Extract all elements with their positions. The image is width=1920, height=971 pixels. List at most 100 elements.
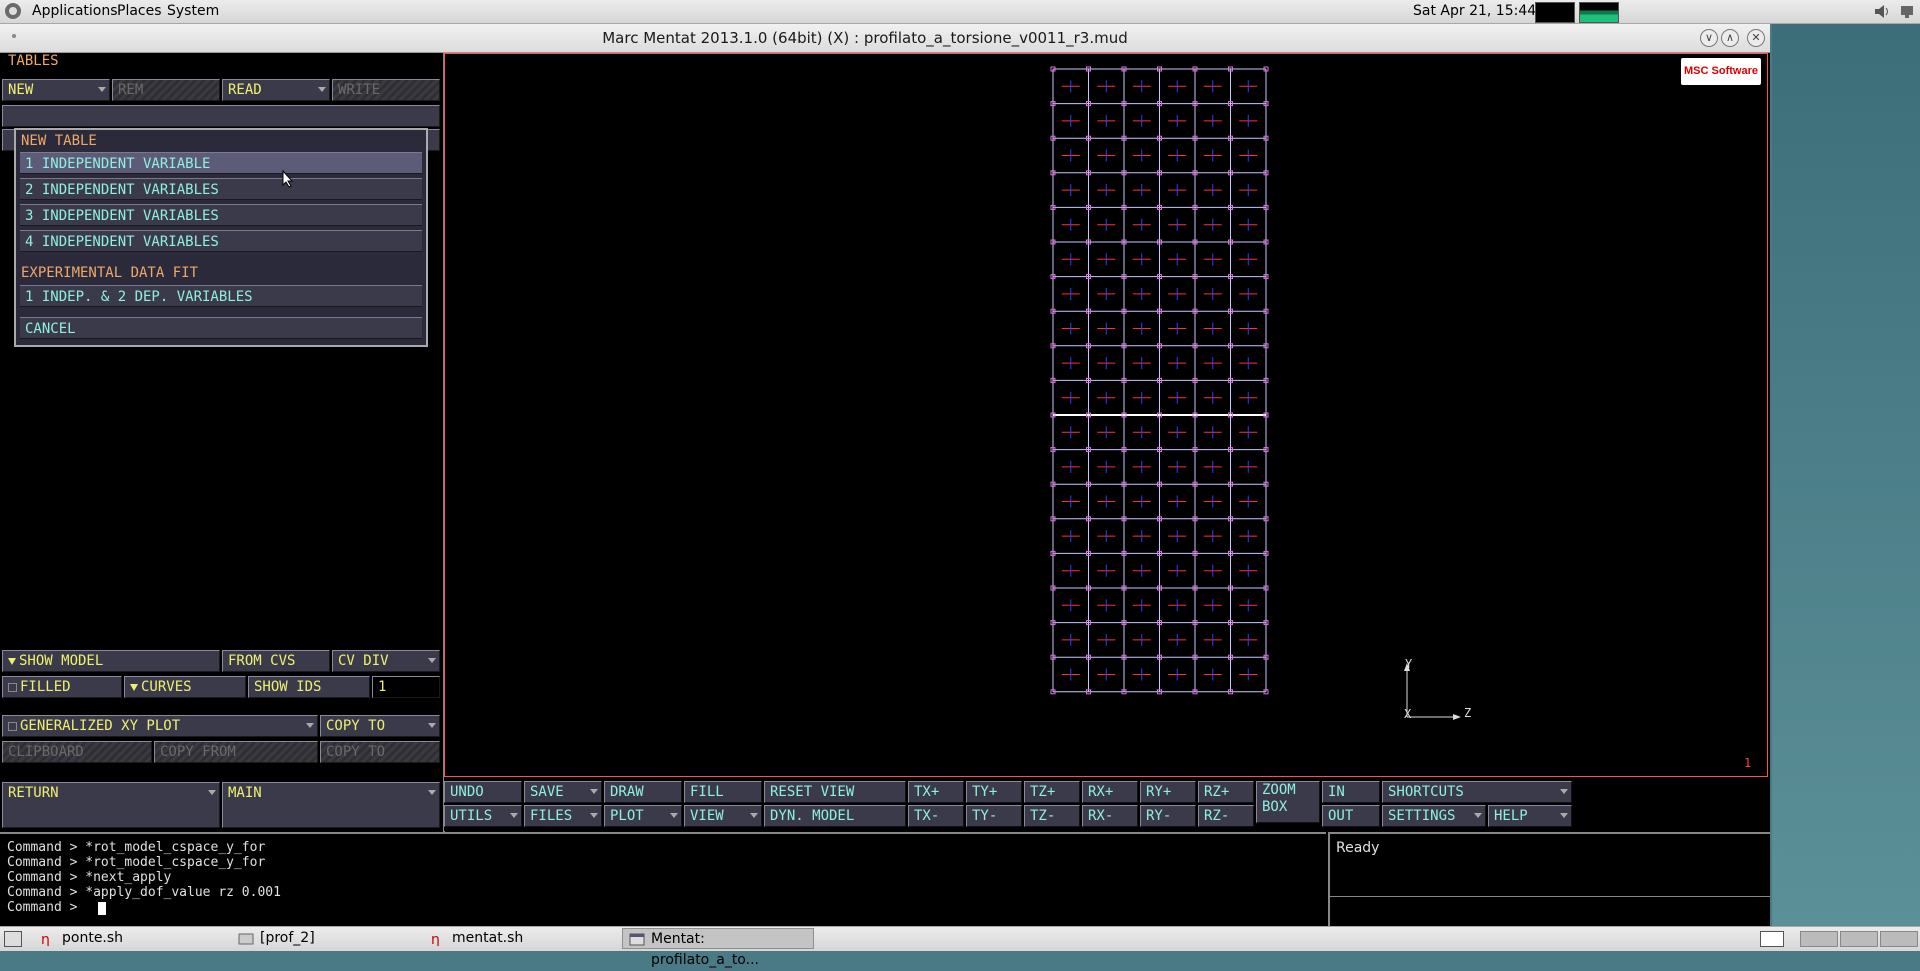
toolbar-ryplus-button[interactable]: RY+: [1140, 781, 1196, 803]
toolbar-fill-button[interactable]: FILL: [684, 781, 762, 803]
new-button[interactable]: NEW: [2, 79, 110, 101]
show-desktop-icon[interactable]: [4, 931, 22, 947]
popup-item-3-indep[interactable]: 3 INDEPENDENT VARIABLES: [20, 204, 422, 226]
generalized-xy-plot-button[interactable]: GENERALIZED XY PLOT: [2, 715, 318, 737]
toolbar-ty-button[interactable]: TY-: [966, 805, 1022, 827]
maximize-button[interactable]: ∧: [1721, 29, 1739, 47]
show-model-button[interactable]: SHOW MODEL: [2, 650, 220, 672]
workspace-4[interactable]: [1880, 931, 1918, 947]
toolbar-plot-button[interactable]: PLOT: [604, 805, 682, 827]
volume-icon[interactable]: [1873, 3, 1891, 20]
taskbar-item-mentat-sh[interactable]: η mentat.sh: [424, 928, 620, 949]
memory-monitor-applet: [1579, 2, 1619, 23]
read-button[interactable]: READ: [222, 79, 330, 101]
popup-cancel[interactable]: CANCEL: [20, 317, 422, 339]
main-label: MAIN: [228, 785, 262, 801]
mesh-model: [1050, 66, 1269, 695]
network-icon[interactable]: [1898, 3, 1916, 20]
toolbar-rzplus-button[interactable]: RZ+: [1198, 781, 1254, 803]
popup-item-4-indep[interactable]: 4 INDEPENDENT VARIABLES: [20, 230, 422, 252]
menu-places[interactable]: Places: [117, 3, 162, 19]
window-title: Marc Mentat 2013.1.0 (64bit) (X) : profi…: [602, 29, 1128, 47]
mesh-grid: [1050, 66, 1269, 695]
toolbar-tzplus-button[interactable]: TZ+: [1024, 781, 1080, 803]
workspace-1[interactable]: [1760, 931, 1784, 947]
taskbar-label: ponte.sh: [62, 930, 124, 946]
checkbox-icon: [8, 682, 17, 692]
toolbar-tz-button[interactable]: TZ-: [1024, 805, 1080, 827]
view-toolbar: UNDO SAVE DRAW FILL RESET VIEW TX+ TY+ TZ+ RX+ RY…: [444, 777, 1770, 831]
desktop-background: [1772, 24, 1920, 926]
write-button-label: WRITE: [338, 82, 381, 98]
minimize-button[interactable]: ∨: [1700, 29, 1718, 47]
toolbar-out-button[interactable]: OUT: [1322, 805, 1380, 827]
rem-button: REM: [112, 79, 220, 101]
copy-to-label: COPY TO: [326, 718, 386, 734]
window-titlebar[interactable]: Marc Mentat 2013.1.0 (64bit) (X) : profi…: [0, 24, 1770, 53]
close-button[interactable]: ✕: [1747, 29, 1765, 47]
command-line: Command > *rot_model_cspace_y_for: [7, 840, 266, 855]
toolbar-settings-button[interactable]: SETTINGS: [1382, 805, 1486, 827]
menu-system[interactable]: System: [167, 3, 219, 19]
taskbar: η ponte.sh [prof_2] η mentat.sh Mentat: pr…: [0, 926, 1920, 968]
cv-div-label: CV DIV: [338, 653, 389, 669]
toolbar-ry-button[interactable]: RY-: [1140, 805, 1196, 827]
show-ids-button[interactable]: SHOW IDS: [248, 676, 370, 698]
panel-title: TABLES: [8, 53, 59, 69]
toolbar-rz-button[interactable]: RZ-: [1198, 805, 1254, 827]
terminal-icon: η: [40, 931, 56, 948]
popup-item-1-indep[interactable]: 1 INDEPENDENT VARIABLE: [20, 152, 422, 174]
toolbar-txplus-button[interactable]: TX+: [908, 781, 964, 803]
graphics-viewport[interactable]: MSC Software Y X Z 1: [444, 53, 1768, 777]
toolbar-draw-button[interactable]: DRAW: [604, 781, 682, 803]
toolbar-dyn-model-button[interactable]: DYN. MODEL: [764, 805, 906, 827]
rem-button-label: REM: [118, 82, 144, 98]
mentat-window: Marc Mentat 2013.1.0 (64bit) (X) : profi…: [0, 24, 1770, 928]
toolbar-tx-button[interactable]: TX-: [908, 805, 964, 827]
dropdown-arrow-icon: [1560, 789, 1568, 794]
toolbar-view-button[interactable]: VIEW: [684, 805, 762, 827]
toolbar-shortcuts-button[interactable]: SHORTCUTS: [1382, 781, 1572, 803]
from-cvs-button[interactable]: FROM CVS: [222, 650, 330, 672]
copy-to-disabled-label: COPY TO: [326, 744, 386, 760]
command-history[interactable]: Command > *rot_model_cspace_y_for Comman…: [0, 832, 1326, 928]
toolbar-zoom-box-button[interactable]: ZOOM BOX: [1256, 781, 1320, 823]
taskbar-item-prof2[interactable]: [prof_2]: [232, 928, 422, 949]
toolbar-save-button[interactable]: SAVE: [524, 781, 602, 803]
taskbar-item-ponte[interactable]: η ponte.sh: [34, 928, 234, 949]
main-button[interactable]: MAIN: [222, 782, 440, 828]
copy-to-button[interactable]: COPY TO: [320, 715, 440, 737]
toolbar-in-button[interactable]: IN: [1322, 781, 1380, 803]
taskbar-item-mentat-window[interactable]: Mentat: profilato_a_to...: [622, 928, 814, 968]
toolbar-typlus-button[interactable]: TY+: [966, 781, 1022, 803]
toolbar-reset-view-button[interactable]: RESET VIEW: [764, 781, 906, 803]
gnome-foot-icon[interactable]: [4, 2, 22, 20]
toolbar-files-button[interactable]: FILES: [524, 805, 602, 827]
clock[interactable]: Sat Apr 21, 15:44: [1413, 3, 1536, 19]
cv-div-button[interactable]: CV DIV: [332, 650, 440, 672]
write-button: WRITE: [332, 79, 440, 101]
folder-icon: [238, 931, 254, 946]
popup-item-2-indep[interactable]: 2 INDEPENDENT VARIABLES: [20, 178, 422, 200]
command-line: Command > *next_apply: [7, 870, 172, 885]
workspace-2[interactable]: [1800, 931, 1838, 947]
toolbar-rxplus-button[interactable]: RX+: [1082, 781, 1138, 803]
top-panel: Applications Places System Sat Apr 21, 1…: [0, 0, 1920, 24]
curves-button[interactable]: CURVES: [124, 676, 246, 698]
toolbar-undo-button[interactable]: UNDO: [444, 781, 522, 803]
mouse-cursor-icon: [282, 169, 294, 188]
menu-applications[interactable]: Applications: [32, 3, 118, 19]
workspace-3[interactable]: [1840, 931, 1878, 947]
axis-y-label: Y: [1405, 657, 1413, 671]
popup-item-1-indep-2-dep[interactable]: 1 INDEP. & 2 DEP. VARIABLES: [20, 285, 422, 307]
terminal-icon: η: [430, 931, 446, 948]
dropdown-arrow-icon: [590, 789, 598, 794]
popup-header: NEW TABLE: [21, 133, 97, 149]
return-button[interactable]: RETURN: [2, 782, 220, 828]
toolbar-rx-button[interactable]: RX-: [1082, 805, 1138, 827]
show-ids-value-field[interactable]: 1: [372, 676, 440, 698]
toolbar-utils-button[interactable]: UTILS: [444, 805, 522, 827]
filled-toggle[interactable]: FILLED: [2, 676, 122, 698]
toolbar-help-button[interactable]: HELP: [1488, 805, 1572, 827]
command-input[interactable]: Command >: [7, 900, 85, 915]
